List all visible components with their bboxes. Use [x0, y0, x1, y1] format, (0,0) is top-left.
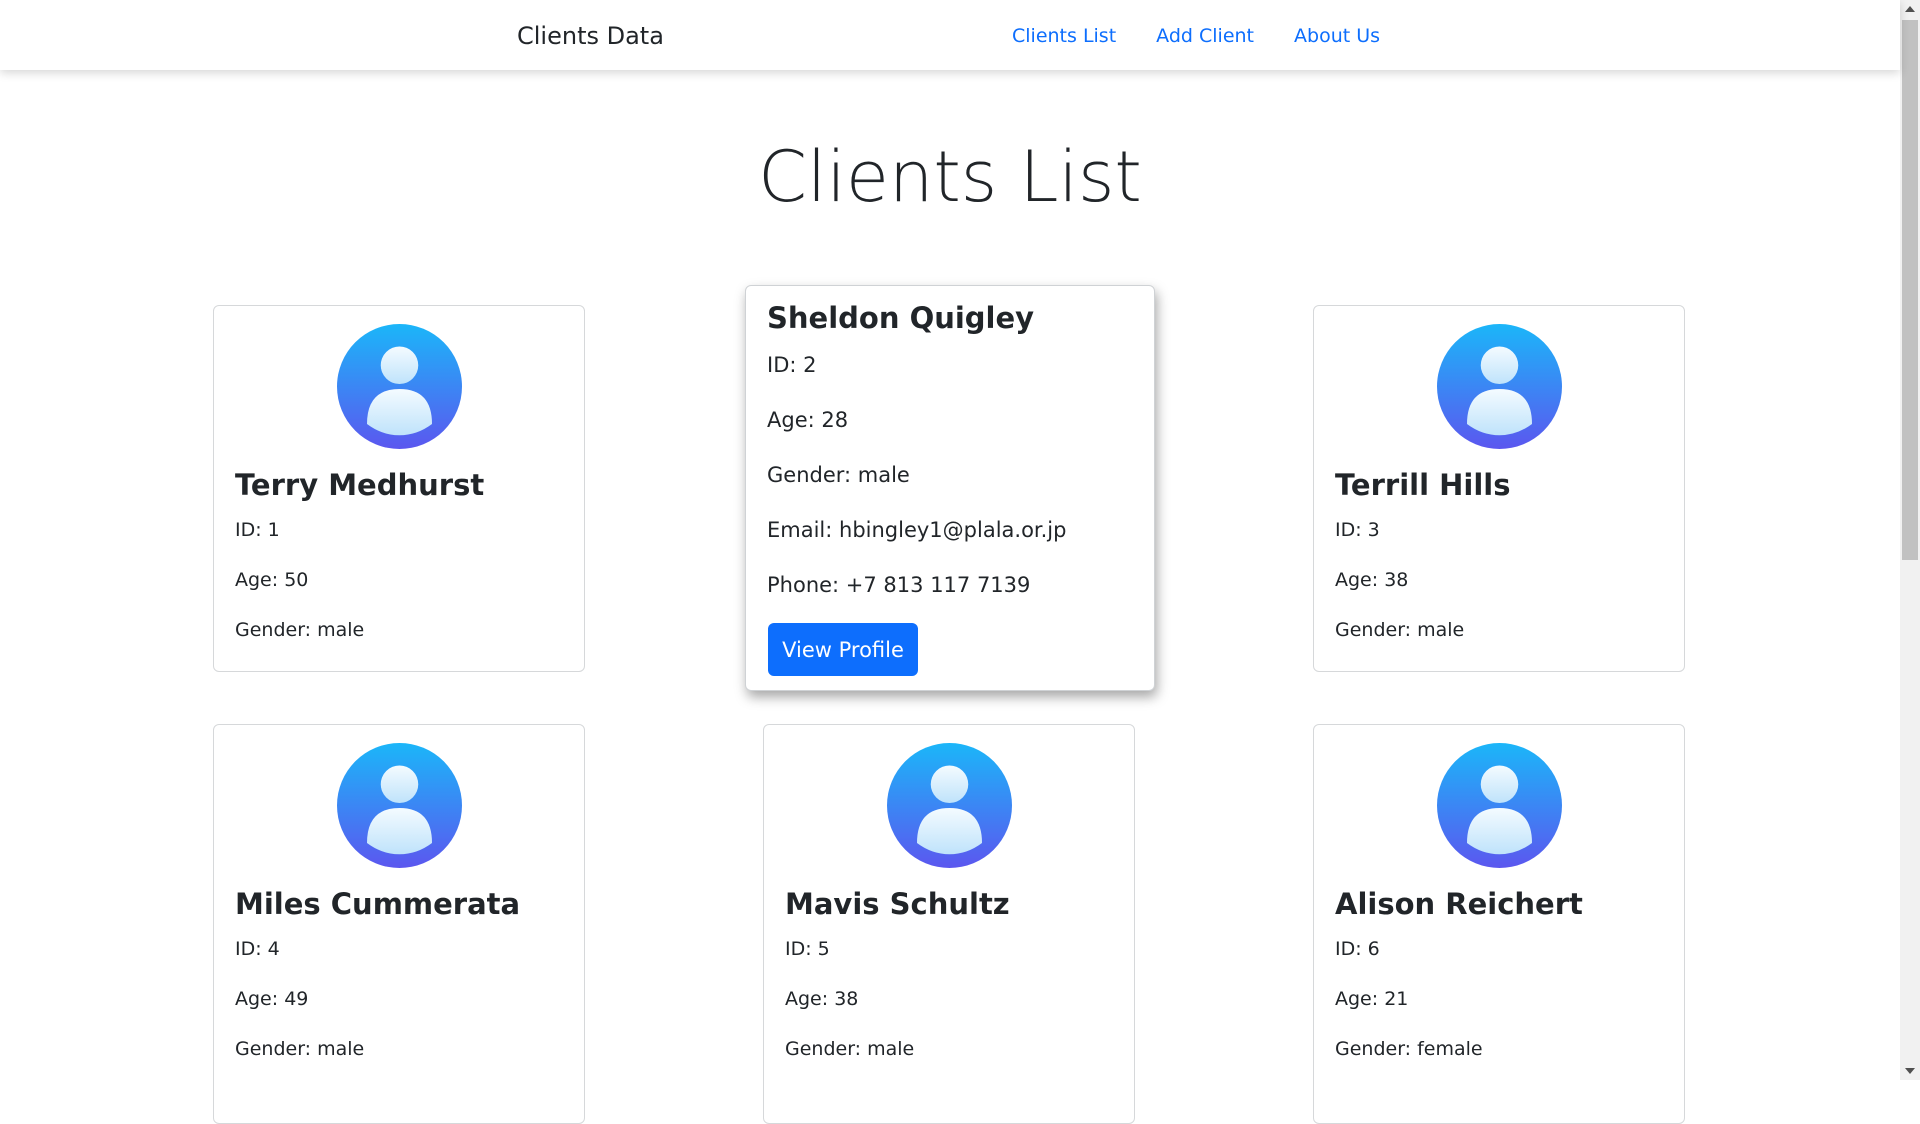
vertical-scrollbar[interactable]	[1900, 0, 1920, 1080]
client-email: Email: hbingley1@plala.or.jp	[767, 518, 1067, 542]
top-navbar: Clients Data Clients List Add Client Abo…	[0, 0, 1900, 70]
client-card-3[interactable]: Terrill Hills ID: 3 Age: 38 Gender: male	[1313, 305, 1685, 672]
page-title: Clients List	[758, 136, 1142, 218]
client-card-1[interactable]: Terry Medhurst ID: 1 Age: 50 Gender: mal…	[213, 305, 585, 672]
client-name: Terry Medhurst	[235, 468, 485, 502]
user-avatar-icon	[1437, 324, 1562, 449]
client-id: ID: 5	[785, 938, 830, 960]
client-card-4[interactable]: Miles Cummerata ID: 4 Age: 49 Gender: ma…	[213, 724, 585, 1124]
user-avatar-icon	[1437, 743, 1562, 868]
scroll-down-icon[interactable]	[1905, 1068, 1915, 1074]
client-age: Age: 28	[767, 408, 849, 432]
client-gender: Gender: male	[785, 1038, 915, 1060]
client-gender: Gender: male	[1335, 619, 1465, 641]
client-id: ID: 3	[1335, 519, 1380, 541]
user-avatar-icon	[337, 743, 462, 868]
client-name: Mavis Schultz	[785, 887, 1010, 921]
user-avatar-icon	[887, 743, 1012, 868]
nav-links: Clients List Add Client About Us	[1012, 0, 1380, 72]
client-name: Sheldon Quigley	[767, 301, 1035, 335]
client-age: Age: 21	[1335, 988, 1409, 1010]
client-phone: Phone: +7 813 117 7139	[767, 573, 1031, 597]
client-gender: Gender: male	[235, 1038, 365, 1060]
scroll-up-icon[interactable]	[1905, 6, 1915, 12]
nav-link-about-us[interactable]: About Us	[1294, 0, 1380, 72]
client-gender: Gender: male	[235, 619, 365, 641]
client-id: ID: 4	[235, 938, 280, 960]
client-gender: Gender: female	[1335, 1038, 1483, 1060]
client-card-6[interactable]: Alison Reichert ID: 6 Age: 21 Gender: fe…	[1313, 724, 1685, 1124]
client-name: Alison Reichert	[1335, 887, 1583, 921]
view-profile-button[interactable]: View Profile	[768, 623, 918, 676]
client-age: Age: 50	[235, 569, 309, 591]
navbar-brand[interactable]: Clients Data	[517, 0, 664, 72]
client-id: ID: 6	[1335, 938, 1380, 960]
client-id: ID: 1	[235, 519, 280, 541]
client-card-5[interactable]: Mavis Schultz ID: 5 Age: 38 Gender: male	[763, 724, 1135, 1124]
client-name: Terrill Hills	[1335, 468, 1511, 502]
scrollbar-thumb[interactable]	[1902, 20, 1918, 560]
client-gender: Gender: male	[767, 463, 910, 487]
client-name: Miles Cummerata	[235, 887, 521, 921]
client-age: Age: 38	[1335, 569, 1409, 591]
client-card-2[interactable]: Sheldon Quigley ID: 2 Age: 28 Gender: ma…	[745, 285, 1155, 691]
client-age: Age: 49	[235, 988, 309, 1010]
nav-link-clients-list[interactable]: Clients List	[1012, 0, 1116, 72]
nav-link-add-client[interactable]: Add Client	[1156, 0, 1254, 72]
user-avatar-icon	[337, 324, 462, 449]
client-id: ID: 2	[767, 353, 817, 377]
client-age: Age: 38	[785, 988, 859, 1010]
